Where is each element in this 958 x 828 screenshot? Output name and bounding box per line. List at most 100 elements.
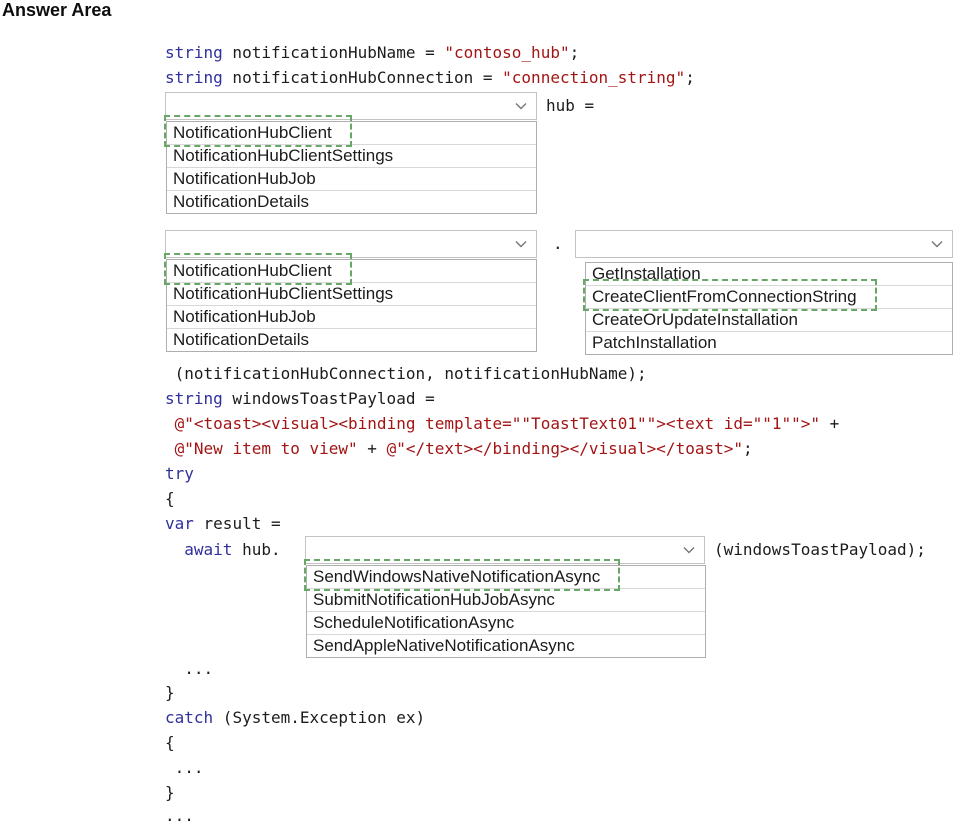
code-token: (System.Exception ex) — [213, 708, 425, 727]
code-line-await-hub: await hub. — [165, 537, 281, 562]
code-token: result = — [194, 514, 281, 533]
factory-method-dropdown[interactable] — [575, 230, 953, 258]
option-SendAppleNativeNotificationAsync[interactable]: SendAppleNativeNotificationAsync — [307, 635, 705, 657]
option-label: NotificationDetails — [173, 191, 309, 213]
code-token: "connection_string" — [502, 68, 685, 87]
code-token: (notificationHubConnection, notification… — [165, 364, 647, 383]
client-class-options: NotificationHubClientNotificationHubClie… — [166, 259, 537, 352]
code-line-open-brace-2: { — [165, 730, 175, 755]
code-line-catch: catch (System.Exception ex) — [165, 705, 425, 730]
code-line-hub-name: string notificationHubName = "contoso_hu… — [165, 40, 579, 65]
code-token: + — [820, 414, 839, 433]
code-token: hub = — [546, 96, 594, 115]
option-NotificationHubClient[interactable]: NotificationHubClient — [167, 122, 536, 145]
code-line-open-brace: { — [165, 486, 175, 511]
code-token: @"New item to view" — [175, 439, 358, 458]
code-token: } — [165, 683, 175, 702]
option-NotificationDetails[interactable]: NotificationDetails — [167, 191, 536, 213]
code-token: + — [358, 439, 387, 458]
client-class-dropdown[interactable] — [165, 230, 537, 258]
hub-type-dropdown[interactable] — [165, 92, 537, 120]
chevron-down-icon — [683, 546, 695, 554]
code-token: ; — [685, 68, 695, 87]
code-line-payload-decl: string windowsToastPayload = — [165, 386, 435, 411]
option-GetInstallation[interactable]: GetInstallation — [586, 263, 952, 286]
code-token: windowsToastPayload = — [223, 389, 435, 408]
code-token: @"</text></binding></visual></toast>" — [387, 439, 743, 458]
code-line-close-brace-1: } — [165, 680, 175, 705]
code-token: string — [165, 389, 223, 408]
option-label: NotificationHubJob — [173, 168, 316, 190]
code-token — [165, 414, 175, 433]
code-token: "contoso_hub" — [444, 43, 569, 62]
option-PatchInstallation[interactable]: PatchInstallation — [586, 332, 952, 354]
option-NotificationHubJob[interactable]: NotificationHubJob — [167, 168, 536, 191]
option-label: NotificationHubClient — [173, 122, 332, 144]
chevron-down-icon — [931, 240, 943, 248]
code-line-toast-xml-1: @"<toast><visual><binding template=""Toa… — [165, 411, 839, 436]
code-token — [165, 439, 175, 458]
option-CreateOrUpdateInstallation[interactable]: CreateOrUpdateInstallation — [586, 309, 952, 332]
chevron-down-icon — [515, 240, 527, 248]
code-token: var — [165, 514, 194, 533]
send-method-dropdown[interactable] — [305, 536, 705, 564]
send-method-options: SendWindowsNativeNotificationAsyncSubmit… — [306, 565, 706, 658]
code-token: notificationHubConnection = — [223, 68, 502, 87]
code-token: catch — [165, 708, 213, 727]
option-label: GetInstallation — [592, 263, 701, 285]
code-token: string — [165, 43, 223, 62]
option-ScheduleNotificationAsync[interactable]: ScheduleNotificationAsync — [307, 612, 705, 635]
code-line-hub-assign: hub = — [546, 92, 594, 120]
code-token — [165, 540, 184, 559]
option-label: SubmitNotificationHubJobAsync — [313, 589, 555, 611]
option-label: NotificationHubClient — [173, 260, 332, 282]
code-token: ... — [165, 659, 213, 678]
code-token: { — [165, 733, 175, 752]
option-label: NotificationHubJob — [173, 306, 316, 328]
option-label: NotificationHubClientSettings — [173, 283, 393, 305]
option-NotificationHubClient[interactable]: NotificationHubClient — [167, 260, 536, 283]
code-token: @"<toast><visual><binding template=""Toa… — [175, 414, 820, 433]
option-label: CreateClientFromConnectionString — [592, 286, 857, 308]
option-label: SendWindowsNativeNotificationAsync — [313, 566, 600, 588]
option-label: ScheduleNotificationAsync — [313, 612, 514, 634]
code-line-try: try — [165, 461, 194, 486]
option-label: NotificationHubClientSettings — [173, 145, 393, 167]
code-token: ... — [165, 758, 204, 777]
code-token: try — [165, 464, 194, 483]
code-line-ellipsis-2: ... — [165, 755, 204, 780]
code-line-send-args: (windowsToastPayload); — [714, 536, 926, 564]
factory-method-options: GetInstallationCreateClientFromConnectio… — [585, 262, 953, 355]
code-line-var-result: var result = — [165, 511, 281, 536]
code-token: . — [553, 234, 563, 253]
code-token: ; — [570, 43, 580, 62]
code-line-ellipsis-3: ... — [165, 803, 194, 828]
code-line-close-brace-2: } — [165, 780, 175, 805]
chevron-down-icon — [515, 102, 527, 110]
option-CreateClientFromConnectionString[interactable]: CreateClientFromConnectionString — [586, 286, 952, 309]
code-token: notificationHubName = — [223, 43, 445, 62]
code-line-ellipsis-1: ... — [165, 656, 213, 681]
option-NotificationDetails[interactable]: NotificationDetails — [167, 329, 536, 351]
code-line-ctor-args: (notificationHubConnection, notification… — [165, 361, 647, 386]
code-line-toast-xml-2: @"New item to view" + @"</text></binding… — [165, 436, 753, 461]
option-label: SendAppleNativeNotificationAsync — [313, 635, 575, 657]
option-SendWindowsNativeNotificationAsync[interactable]: SendWindowsNativeNotificationAsync — [307, 566, 705, 589]
option-label: PatchInstallation — [592, 332, 717, 354]
code-token: hub. — [232, 540, 280, 559]
code-token: ; — [743, 439, 753, 458]
code-line-member-dot: . — [553, 230, 563, 258]
code-token: (windowsToastPayload); — [714, 540, 926, 559]
option-SubmitNotificationHubJobAsync[interactable]: SubmitNotificationHubJobAsync — [307, 589, 705, 612]
code-token: await — [184, 540, 232, 559]
option-NotificationHubClientSettings[interactable]: NotificationHubClientSettings — [167, 145, 536, 168]
option-label: NotificationDetails — [173, 329, 309, 351]
hub-type-options: NotificationHubClientNotificationHubClie… — [166, 121, 537, 214]
option-NotificationHubJob[interactable]: NotificationHubJob — [167, 306, 536, 329]
option-NotificationHubClientSettings[interactable]: NotificationHubClientSettings — [167, 283, 536, 306]
code-line-hub-connection: string notificationHubConnection = "conn… — [165, 65, 695, 90]
code-token: string — [165, 68, 223, 87]
option-label: CreateOrUpdateInstallation — [592, 309, 798, 331]
code-token: } — [165, 783, 175, 802]
code-token: { — [165, 489, 175, 508]
